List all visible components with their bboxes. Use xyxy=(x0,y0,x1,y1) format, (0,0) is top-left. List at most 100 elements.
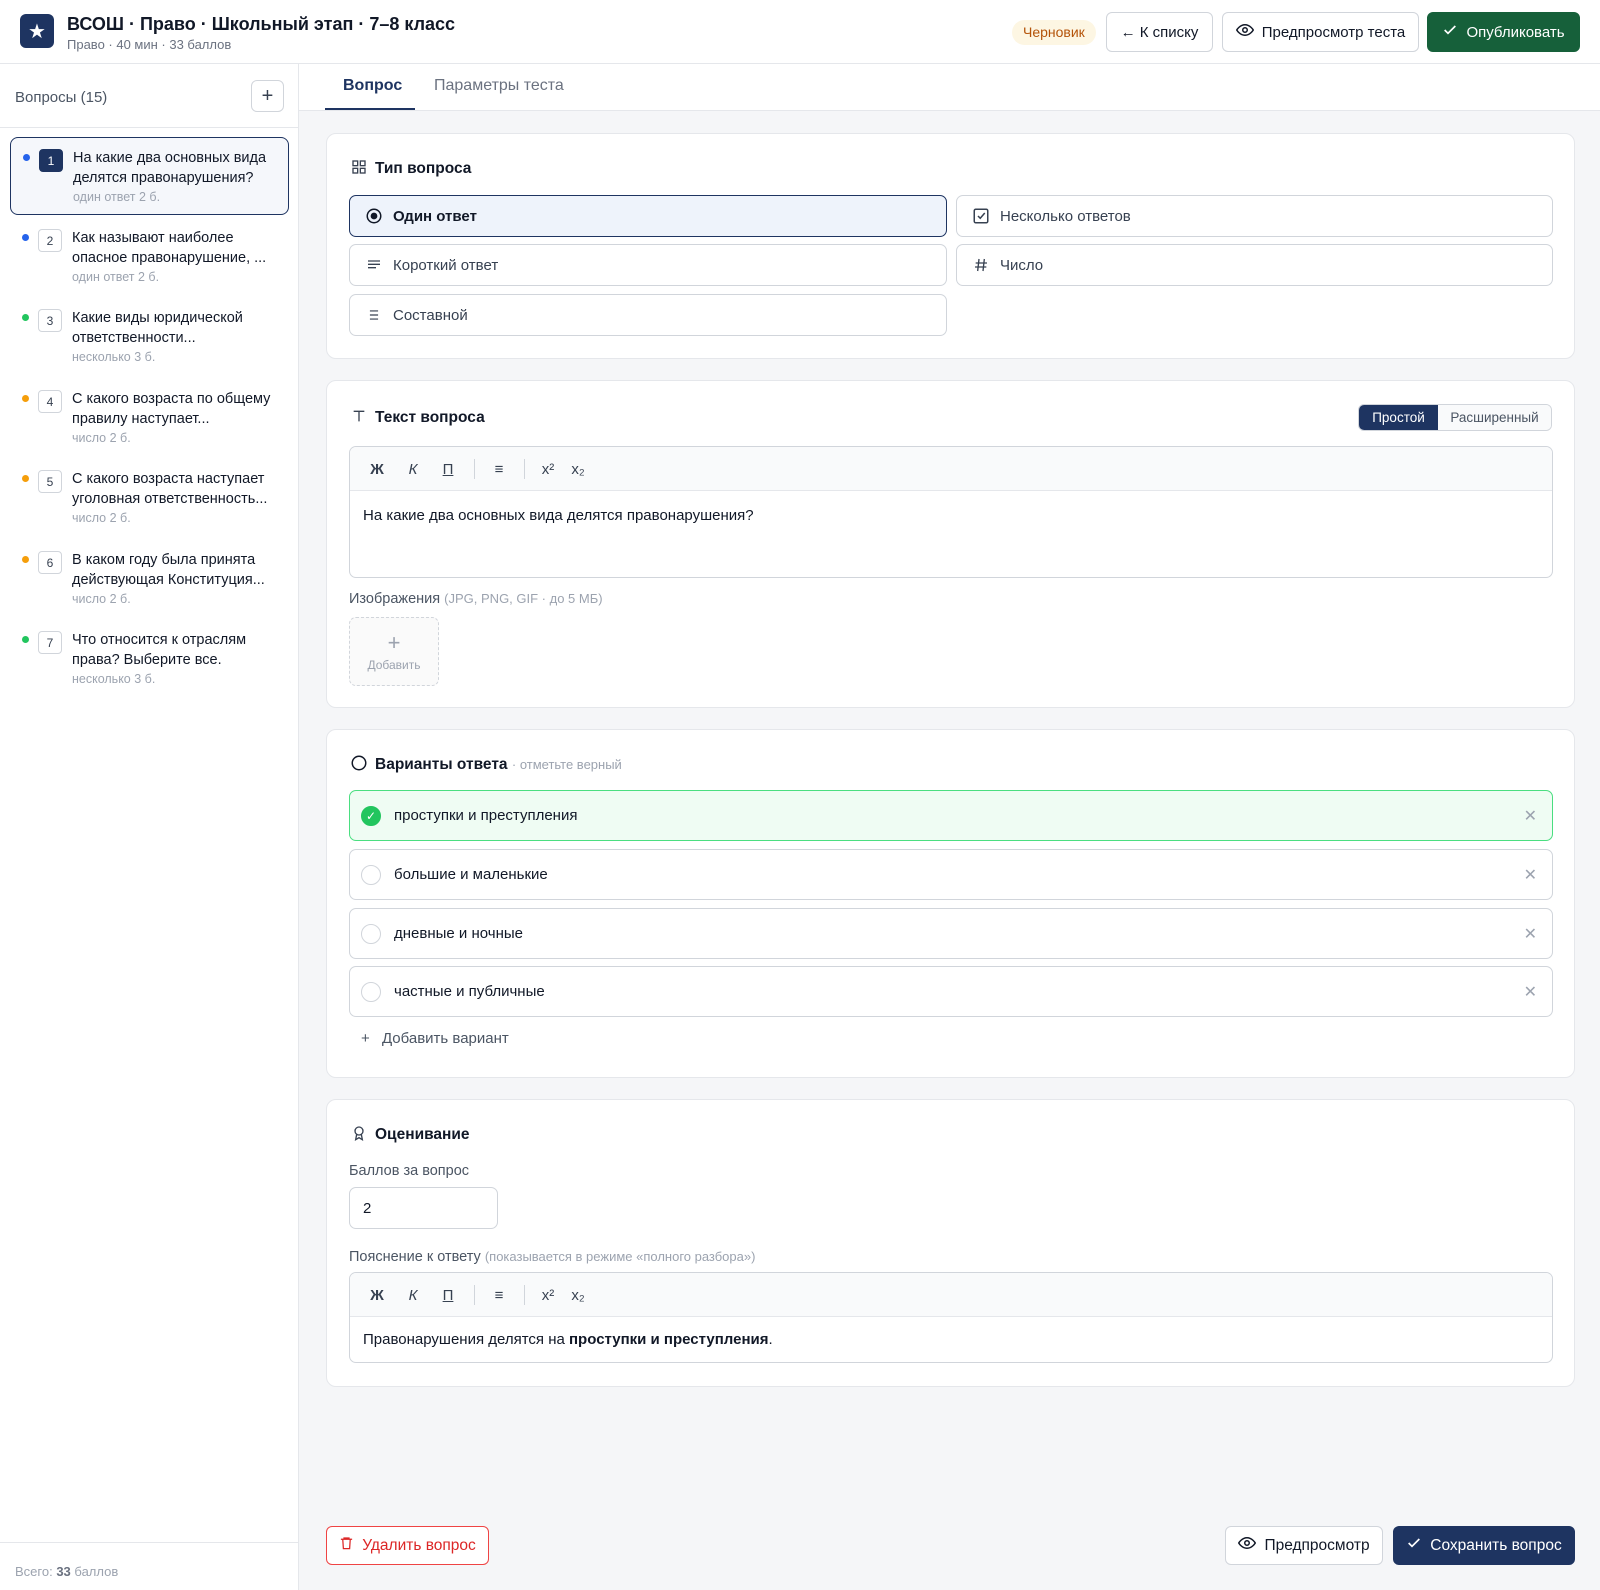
mode-advanced-button[interactable]: Расширенный xyxy=(1438,405,1551,430)
bold-button[interactable]: Ж xyxy=(364,1284,390,1306)
question-number: 7 xyxy=(38,631,62,654)
question-text-input[interactable]: На какие два основных вида делятся право… xyxy=(350,491,1552,540)
question-list-item[interactable]: 7 Что относится к отраслям права? Выберит… xyxy=(10,620,289,698)
editor-mode-toggle: Простой Расширенный xyxy=(1358,404,1552,431)
editor-toolbar: Ж К П ≡ x² x₂ xyxy=(350,1273,1552,1317)
question-meta: несколько 3 б. xyxy=(72,350,155,364)
remove-option-icon[interactable]: ✕ xyxy=(1524,865,1537,885)
question-list-item[interactable]: 5 С какого возраста наступает уголовная о… xyxy=(10,459,289,537)
question-list-item[interactable]: 4 С какого возраста по общему правилу нас… xyxy=(10,379,289,457)
question-number: 3 xyxy=(38,309,62,332)
publish-button[interactable]: Опубликовать xyxy=(1427,12,1580,52)
grid-icon xyxy=(350,158,368,176)
add-question-button[interactable]: + xyxy=(251,80,284,112)
questions-sidebar: Вопросы (15) + 1 На какие два основных ви… xyxy=(0,64,299,1590)
question-preview-text: На какие два основных вида делятся право… xyxy=(73,150,267,186)
remove-option-icon[interactable]: ✕ xyxy=(1524,982,1537,1002)
question-list-item[interactable]: 1 На какие два основных вида делятся прав… xyxy=(10,137,289,215)
preview-test-button[interactable]: Предпросмотр теста xyxy=(1222,12,1419,52)
answer-option[interactable]: большие и маленькие ✕ xyxy=(349,849,1553,900)
radio-empty-icon[interactable] xyxy=(361,924,381,944)
question-list-item[interactable]: 6 В каком году была принята действующая К… xyxy=(10,540,289,618)
remove-option-icon[interactable]: ✕ xyxy=(1524,924,1537,944)
remove-option-icon[interactable]: ✕ xyxy=(1524,806,1537,826)
question-meta: один ответ 2 б. xyxy=(72,270,159,284)
question-meta: число 2 б. xyxy=(72,511,131,525)
superscript-button[interactable]: x² xyxy=(535,1284,561,1306)
type-composite[interactable]: Составной xyxy=(349,294,947,336)
underline-button[interactable]: П xyxy=(435,1284,461,1306)
type-single-answer[interactable]: Один ответ xyxy=(349,195,947,237)
question-meta: число 2 б. xyxy=(72,592,131,606)
answer-options-card: Варианты ответа · отметьте верный ✓ прост… xyxy=(326,729,1575,1078)
publish-label: Опубликовать xyxy=(1466,23,1565,41)
tab-question[interactable]: Вопрос xyxy=(343,77,402,95)
answer-option[interactable]: ✓ проступки и преступления ✕ xyxy=(349,790,1553,841)
type-short-answer[interactable]: Короткий ответ xyxy=(349,244,947,286)
underline-button[interactable]: П xyxy=(435,458,461,480)
back-to-list-label: ← К списку xyxy=(1120,23,1199,41)
tab-test-params[interactable]: Параметры теста xyxy=(434,77,564,95)
radio-empty-icon[interactable] xyxy=(361,865,381,885)
radio-circle-icon xyxy=(350,754,368,772)
radio-target-icon xyxy=(365,207,383,225)
explanation-hint: (показывается в режиме «полного разбора»… xyxy=(484,1249,756,1264)
answer-option-text[interactable]: частные и публичные xyxy=(394,983,545,1000)
question-preview-text: С какого возраста наступает уголовная от… xyxy=(72,471,268,507)
bold-button[interactable]: Ж xyxy=(364,458,390,480)
add-image-button[interactable]: + Добавить xyxy=(349,617,439,686)
question-preview-text: С какого возраста по общему правилу наст… xyxy=(72,391,271,427)
question-type-label: число xyxy=(72,511,107,525)
question-points-label: 3 б. xyxy=(134,350,156,364)
answer-option-text[interactable]: проступки и преступления xyxy=(394,807,577,824)
radio-empty-icon[interactable] xyxy=(361,982,381,1002)
images-label: Изображения (JPG, PNG, GIF · до 5 МБ) xyxy=(349,591,603,607)
status-dot xyxy=(22,395,29,402)
italic-button[interactable]: К xyxy=(400,458,426,480)
hash-icon xyxy=(972,256,990,274)
question-type-title: Тип вопроса xyxy=(375,160,472,177)
subscript-button[interactable]: x₂ xyxy=(565,458,591,480)
answer-option[interactable]: дневные и ночные ✕ xyxy=(349,908,1553,959)
subscript-button[interactable]: x₂ xyxy=(565,1284,591,1306)
question-meta: один ответ 2 б. xyxy=(73,190,160,204)
question-list-item[interactable]: 2 Как называют наиболее опасное правонару… xyxy=(10,218,289,296)
points-input[interactable]: 2 xyxy=(349,1187,498,1229)
italic-button[interactable]: К xyxy=(400,1284,426,1306)
type-composite-label: Составной xyxy=(393,306,468,324)
text-type-icon xyxy=(350,407,368,425)
explanation-text-bold: проступки и преступления xyxy=(569,1331,769,1348)
question-type-label: несколько xyxy=(72,672,131,686)
mode-simple-button[interactable]: Простой xyxy=(1359,405,1438,430)
superscript-button[interactable]: x² xyxy=(535,458,561,480)
status-dot xyxy=(22,234,29,241)
explanation-editor: Ж К П ≡ x² x₂ Правонарушения делятся на … xyxy=(349,1272,1553,1363)
delete-question-button[interactable]: Удалить вопрос xyxy=(326,1526,489,1565)
list-button[interactable]: ≡ xyxy=(486,458,512,480)
answer-option-text[interactable]: дневные и ночные xyxy=(394,925,523,942)
toolbar-separator xyxy=(524,459,525,479)
add-image-label: Добавить xyxy=(367,657,421,672)
answer-option[interactable]: частные и публичные ✕ xyxy=(349,966,1553,1017)
check-icon xyxy=(1406,1535,1422,1556)
type-number[interactable]: Число xyxy=(956,244,1553,286)
explanation-text-suffix: . xyxy=(768,1331,773,1348)
correct-check-icon[interactable]: ✓ xyxy=(361,806,381,826)
answer-option-text[interactable]: большие и маленькие xyxy=(394,866,548,883)
sidebar-footer-divider xyxy=(0,1542,298,1543)
question-list-item[interactable]: 3 Какие виды юридической ответственности.… xyxy=(10,298,289,376)
type-multiple-answers[interactable]: Несколько ответов xyxy=(956,195,1553,237)
answer-options-title-text: Варианты ответа xyxy=(375,756,508,773)
explanation-input[interactable]: Правонарушения делятся на проступки и пр… xyxy=(350,1317,1552,1362)
question-points-label: 3 б. xyxy=(134,672,156,686)
add-option-button[interactable]: + Добавить вариант xyxy=(361,1030,509,1047)
list-button[interactable]: ≡ xyxy=(486,1284,512,1306)
save-question-button[interactable]: Сохранить вопрос xyxy=(1393,1526,1575,1565)
preview-button[interactable]: Предпросмотр xyxy=(1225,1526,1383,1565)
app-header: ★ ВСОШ · Право · Школьный этап · 7–8 кла… xyxy=(0,0,1600,64)
grading-title: Оценивание xyxy=(375,1126,470,1143)
question-preview-text: Как называют наиболее опасное правонаруш… xyxy=(72,230,267,266)
type-short-label: Короткий ответ xyxy=(393,256,499,274)
delete-question-label: Удалить вопрос xyxy=(362,1536,476,1554)
back-to-list-button[interactable]: ← К списку xyxy=(1106,12,1213,52)
